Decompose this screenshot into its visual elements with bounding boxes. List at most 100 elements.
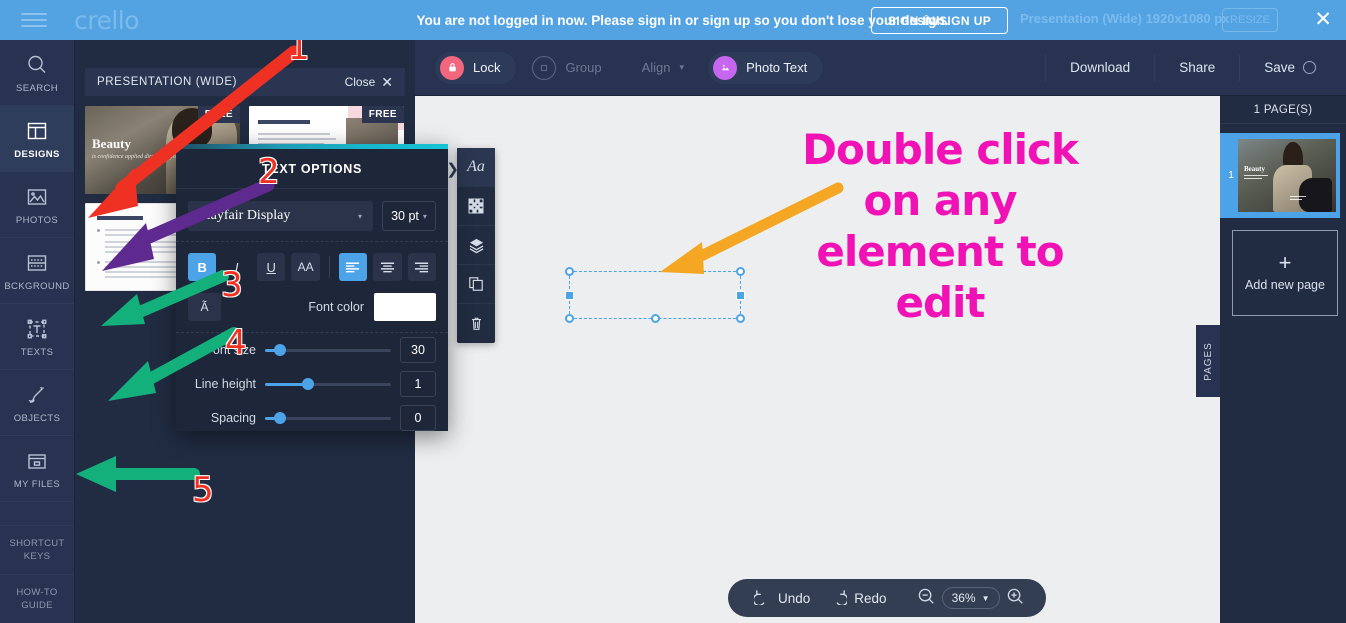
redo-button[interactable]: Redo [820,588,896,608]
photo-text-label: Photo Text [746,60,808,75]
handle-middle-left[interactable] [565,290,574,300]
pages-panel: 1 PAGE(S) 1 Beauty + Add new page [1220,96,1346,623]
handle-bottom-left[interactable] [565,314,574,323]
add-new-page-label: Add new page [1245,277,1325,292]
lock-icon [440,55,464,80]
download-button[interactable]: Download [1045,54,1154,81]
slider-knob[interactable] [301,378,314,390]
page-thumbnail[interactable]: Beauty [1238,139,1336,212]
sidebar-item-background[interactable]: BCKGROUND [0,238,74,304]
line-height-slider[interactable] [265,378,391,390]
align-right-button[interactable] [407,253,437,281]
undo-button[interactable]: Undo [744,588,820,608]
sidebar-item-designs[interactable]: DESIGNS [0,106,74,172]
text-icon[interactable]: Aa [457,148,495,187]
sidebar-label-background: BCKGROUND [4,280,70,292]
sidebar-label-my-files: MY FILES [13,478,61,490]
align-button[interactable]: Align ▾ [628,52,698,84]
pages-title: 1 PAGE(S) [1220,96,1346,124]
font-row: Playfair Display ▾ 30 pt ▾ [176,189,448,242]
page-item-1[interactable]: 1 Beauty [1220,133,1340,218]
bold-button[interactable]: B [188,253,217,281]
document-title-ghost: Presentation (Wide) 1920x1080 px [1020,11,1230,26]
font-size-select[interactable]: 30 pt ▾ [382,201,436,231]
handle-bottom-center[interactable] [650,314,660,323]
zoom-level-select[interactable]: 36% ▼ [941,587,1000,609]
photo-text-button[interactable]: Photo Text [708,51,824,84]
slider-knob[interactable] [274,344,287,356]
sidebar-item-texts[interactable]: TEXTS [0,304,74,370]
chevron-down-icon: ▼ [981,593,990,603]
zoom-out-button[interactable] [911,587,942,609]
font-size-slider-row: Font size 30 [176,333,448,367]
duplicate-icon[interactable] [457,265,495,304]
uppercase-button[interactable]: AA [291,253,320,281]
sidebar-item-search[interactable]: SEARCH [0,40,74,106]
pages-tab[interactable]: PAGES [1196,325,1220,397]
zoom-out-icon [917,587,936,609]
hamburger-menu-icon[interactable] [0,13,68,27]
annotation-number-4: 4 [225,323,247,363]
align-left-button[interactable] [338,253,368,281]
group-button[interactable]: Group [526,52,617,84]
app-logo[interactable]: crello [74,6,140,35]
font-color-label: Font color [308,300,364,314]
resize-button-ghost[interactable]: RESIZE [1222,8,1278,32]
underline-button[interactable]: U [256,253,286,281]
add-new-page-button[interactable]: + Add new page [1232,230,1338,316]
text-options-panel: TEXT OPTIONS Playfair Display ▾ 30 pt ▾ … [176,144,459,431]
designs-panel-close-button[interactable]: Close ✕ [345,74,393,91]
font-size-value-box[interactable]: 30 [400,337,436,363]
line-height-slider-row: Line height 1 [176,367,448,401]
pink-annotation-text: Double click on any element to edit [802,125,1079,327]
close-icon[interactable]: ✕ [1314,9,1332,30]
delete-icon[interactable] [457,304,495,343]
element-toolbar: Aa [457,148,495,343]
font-family-value: Playfair Display [199,208,291,223]
align-label: Align [641,60,671,75]
font-family-select[interactable]: Playfair Display ▾ [188,201,373,231]
sidebar-label-search: SEARCH [16,82,58,94]
designs-panel-title: PRESENTATION (WIDE) [97,76,238,88]
template-line [258,138,336,140]
shortcut-keys-link[interactable]: SHORTCUT KEYS [0,525,74,574]
zoom-bar: Undo Redo 36% ▼ [728,579,1046,617]
selection-box[interactable] [565,267,745,323]
spacing-value-box[interactable]: 0 [400,405,436,431]
handle-middle-right[interactable] [736,290,745,300]
redo-label: Redo [854,590,887,606]
chevron-down-icon: ▾ [679,62,685,72]
save-label: Save [1264,60,1295,75]
how-to-guide-link[interactable]: HOW-TO GUIDE [0,574,74,623]
template-bullet [97,261,100,264]
sidebar-item-objects[interactable]: OBJECTS [0,370,74,436]
font-color-swatch[interactable] [374,293,436,321]
designs-panel-header: PRESENTATION (WIDE) Close ✕ [85,68,405,96]
sign-in-sign-up-button[interactable]: SIGN IN/SIGN UP [871,7,1008,34]
image-icon [713,55,738,80]
share-button[interactable]: Share [1154,54,1239,81]
thumb-line [1244,178,1262,179]
handle-bottom-right[interactable] [736,314,745,323]
sidebar-item-photos[interactable]: PHOTOS [0,172,74,238]
accent-character-button[interactable]: Ã [188,293,221,321]
layers-icon[interactable] [457,226,495,265]
font-color-row: Ã Font color [176,290,448,333]
font-size-slider[interactable] [265,344,391,356]
line-height-value-box[interactable]: 1 [400,371,436,397]
photo-icon [24,184,50,210]
sidebar-item-my-files[interactable]: MY FILES [0,436,74,502]
align-center-button[interactable] [373,253,402,281]
spacing-slider-row: Spacing 0 [176,401,448,435]
left-rail: SEARCH DESIGNS PHOTOS BCKGROUND TEXTS OB… [0,40,75,623]
save-spinner-icon [1303,61,1316,74]
spacing-slider[interactable] [265,412,391,424]
transparency-icon[interactable] [457,187,495,226]
handle-top-right[interactable] [736,267,745,276]
chevron-right-icon[interactable]: ❯ [446,160,459,178]
zoom-in-button[interactable] [1000,587,1031,609]
save-button[interactable]: Save [1239,54,1346,81]
slider-knob[interactable] [274,412,287,424]
lock-button[interactable]: Lock [435,51,517,84]
handle-top-left[interactable] [565,267,574,276]
